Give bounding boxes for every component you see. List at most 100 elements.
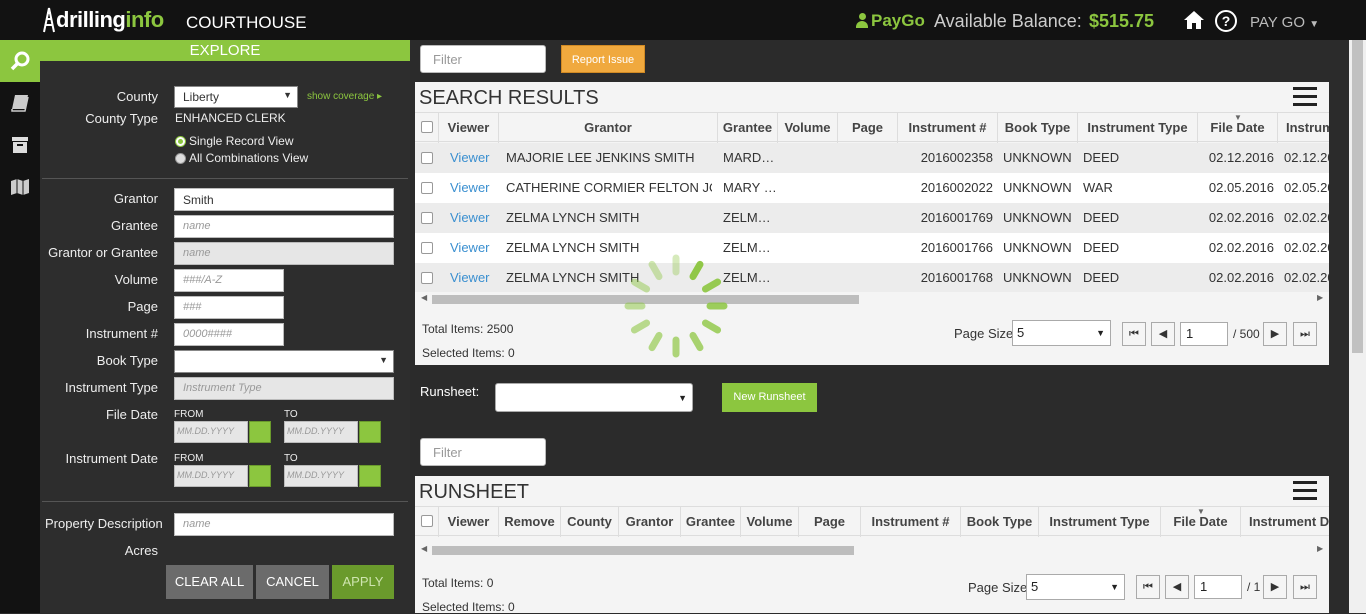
property-description-input[interactable]: name xyxy=(174,513,394,536)
col-volume[interactable]: Volume xyxy=(778,113,838,143)
instrument-date-to-input[interactable]: MM.DD.YYYY xyxy=(284,465,358,487)
col-file-date[interactable]: File Date ▼ xyxy=(1198,113,1278,143)
table-row[interactable]: Viewer MAJORIE LEE JENKINS SMITH MARD… 2016… xyxy=(415,143,1329,173)
runsheet-page-input[interactable]: 1 xyxy=(1194,575,1242,599)
col-viewer[interactable]: Viewer xyxy=(439,113,499,143)
home-icon[interactable] xyxy=(1183,9,1205,31)
scroll-right-icon[interactable]: ▶ xyxy=(1317,544,1323,553)
calendar-icon[interactable] xyxy=(359,465,381,487)
instrument-number-input[interactable]: 0000#### xyxy=(174,323,284,346)
search-icon[interactable] xyxy=(0,40,40,82)
results-page-input[interactable]: 1 xyxy=(1180,322,1228,346)
viewer-link[interactable]: Viewer xyxy=(450,233,500,263)
col-page[interactable]: Page xyxy=(838,113,898,143)
col-grantor[interactable]: Grantor xyxy=(499,113,718,143)
all-combinations-view-radio[interactable]: All Combinations View xyxy=(175,151,308,165)
paygo-menu[interactable]: PAY GO ▼ xyxy=(1250,14,1319,31)
page-vertical-scrollbar[interactable] xyxy=(1349,40,1366,613)
report-issue-button[interactable]: Report Issue xyxy=(561,45,645,73)
viewer-link[interactable]: Viewer xyxy=(450,263,500,293)
runsheet-select-all-checkbox[interactable] xyxy=(421,515,433,527)
help-icon[interactable]: ? xyxy=(1215,10,1237,32)
last-page-button[interactable]: ⏭ xyxy=(1293,322,1317,346)
instrument-type-input[interactable]: Instrument Type xyxy=(174,377,394,400)
col-book-type[interactable]: Book Type xyxy=(998,113,1078,143)
calendar-icon[interactable] xyxy=(249,421,271,443)
rs-col-instrument-type[interactable]: Instrument Type xyxy=(1039,507,1161,537)
row-checkbox[interactable] xyxy=(421,182,433,194)
rs-col-file-date[interactable]: File Date ▼ xyxy=(1161,507,1241,537)
next-page-button[interactable]: ▶ xyxy=(1263,322,1287,346)
rs-col-viewer[interactable]: Viewer xyxy=(439,507,499,537)
table-row[interactable]: Viewer ZELMA LYNCH SMITH ZELM… 2016001768 UN… xyxy=(415,263,1329,293)
next-page-button[interactable]: ▶ xyxy=(1263,575,1287,599)
show-coverage-link[interactable]: show coverage ▸ xyxy=(307,91,382,102)
page-input[interactable]: ### xyxy=(174,296,284,319)
grantor-or-grantee-input[interactable]: name xyxy=(174,242,394,265)
row-checkbox[interactable] xyxy=(421,272,433,284)
scroll-right-icon[interactable]: ▶ xyxy=(1317,293,1323,302)
rs-col-book-type[interactable]: Book Type xyxy=(961,507,1039,537)
table-row[interactable]: Viewer CATHERINE CORMIER FELTON JO… MARY …… xyxy=(415,173,1329,203)
results-filter-input[interactable]: Filter xyxy=(420,45,546,73)
col-instrument-number[interactable]: Instrument # xyxy=(898,113,998,143)
new-runsheet-button[interactable]: New Runsheet xyxy=(722,383,817,412)
scroll-thumb[interactable] xyxy=(432,546,854,555)
select-all-checkbox[interactable] xyxy=(421,121,433,133)
row-checkbox[interactable] xyxy=(421,152,433,164)
book-type-select[interactable]: ▼ xyxy=(174,350,394,373)
runsheet-horizontal-scrollbar[interactable]: ◀ ▶ xyxy=(415,543,1329,557)
results-page-size-select[interactable]: 5 ▼ xyxy=(1012,320,1111,346)
first-page-button[interactable]: ⏮ xyxy=(1122,322,1146,346)
apply-button[interactable]: APPLY xyxy=(332,565,394,599)
single-record-view-radio[interactable]: Single Record View xyxy=(175,134,294,148)
menu-icon[interactable] xyxy=(1293,481,1317,501)
calendar-icon[interactable] xyxy=(359,421,381,443)
viewer-link[interactable]: Viewer xyxy=(450,173,500,203)
viewer-link[interactable]: Viewer xyxy=(450,203,500,233)
rs-col-instrument-number[interactable]: Instrument # xyxy=(861,507,961,537)
volume-input[interactable]: ###/A-Z xyxy=(174,269,284,292)
prev-page-button[interactable]: ◀ xyxy=(1151,322,1175,346)
viewer-link[interactable]: Viewer xyxy=(450,143,500,173)
rs-col-page[interactable]: Page xyxy=(799,507,861,537)
runsheet-select[interactable]: ▼ xyxy=(495,383,693,412)
first-page-button[interactable]: ⏮ xyxy=(1136,575,1160,599)
rs-col-remove[interactable]: Remove xyxy=(499,507,561,537)
menu-icon[interactable] xyxy=(1293,87,1317,107)
grantee-input[interactable]: name xyxy=(174,215,394,238)
map-icon[interactable] xyxy=(0,166,40,208)
last-page-button[interactable]: ⏭ xyxy=(1293,575,1317,599)
calendar-icon[interactable] xyxy=(249,465,271,487)
instrument-date-from-input[interactable]: MM.DD.YYYY xyxy=(174,465,248,487)
prev-page-button[interactable]: ◀ xyxy=(1165,575,1189,599)
row-checkbox[interactable] xyxy=(421,242,433,254)
row-checkbox[interactable] xyxy=(421,212,433,224)
paygo-label[interactable]: PayGo xyxy=(856,11,925,31)
scroll-left-icon[interactable]: ◀ xyxy=(421,293,427,302)
runsheet-filter-input[interactable]: Filter xyxy=(420,438,546,466)
table-row[interactable]: Viewer ZELMA LYNCH SMITH ZELM… 2016001769 UN… xyxy=(415,203,1329,233)
rs-col-volume[interactable]: Volume xyxy=(741,507,799,537)
results-horizontal-scrollbar[interactable]: ◀ ▶ xyxy=(415,292,1329,306)
file-date-to-input[interactable]: MM.DD.YYYY xyxy=(284,421,358,443)
scroll-left-icon[interactable]: ◀ xyxy=(421,544,427,553)
book-icon[interactable] xyxy=(0,82,40,124)
col-instrument-date[interactable]: Instrum xyxy=(1278,113,1329,143)
rs-col-county[interactable]: County xyxy=(561,507,619,537)
page-scroll-thumb[interactable] xyxy=(1352,40,1363,353)
drillinginfo-logo[interactable]: drillinginfo xyxy=(42,6,164,34)
clear-all-button[interactable]: CLEAR ALL xyxy=(166,565,253,599)
runsheet-page-size-select[interactable]: 5 ▼ xyxy=(1026,574,1125,600)
col-grantee[interactable]: Grantee xyxy=(718,113,778,143)
county-select[interactable]: Liberty ▼ xyxy=(174,86,298,108)
rs-col-grantor[interactable]: Grantor xyxy=(619,507,681,537)
table-row[interactable]: Viewer ZELMA LYNCH SMITH ZELM… 2016001766 UN… xyxy=(415,233,1329,263)
file-date-from-input[interactable]: MM.DD.YYYY xyxy=(174,421,248,443)
col-instrument-type[interactable]: Instrument Type xyxy=(1078,113,1198,143)
cancel-button[interactable]: CANCEL xyxy=(256,565,329,599)
rs-col-instrument-date[interactable]: Instrument D xyxy=(1241,507,1329,537)
rs-col-grantee[interactable]: Grantee xyxy=(681,507,741,537)
grantor-input[interactable]: Smith xyxy=(174,188,394,211)
archive-icon[interactable] xyxy=(0,124,40,166)
